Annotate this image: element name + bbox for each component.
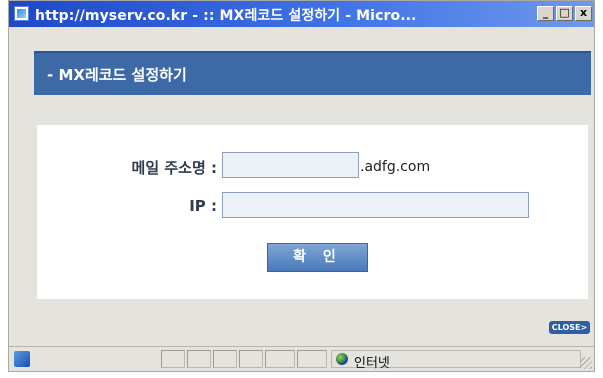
- confirm-button[interactable]: 확 인: [267, 243, 368, 272]
- minimize-button[interactable]: _: [537, 6, 554, 21]
- browser-popup-window: http://myserv.co.kr - :: MX레코드 설정하기 - Mi…: [8, 0, 595, 372]
- maximize-button[interactable]: □: [556, 6, 573, 21]
- domain-suffix: .adfg.com: [360, 159, 431, 175]
- page-content: - MX레코드 설정하기 메일 주소명 : .adfg.com IP : 확 인…: [19, 31, 594, 341]
- status-cell: [265, 350, 295, 368]
- status-cell: [297, 350, 327, 368]
- title-bar[interactable]: http://myserv.co.kr - :: MX레코드 설정하기 - Mi…: [9, 1, 594, 27]
- mx-record-form: 메일 주소명 : .adfg.com IP : 확 인: [37, 125, 588, 299]
- status-cell: [161, 350, 185, 368]
- security-zone: 인터넷: [331, 350, 581, 371]
- page-header-bar: - MX레코드 설정하기: [34, 51, 591, 95]
- status-cell: [213, 350, 237, 368]
- close-button[interactable]: CLOSE>: [549, 321, 590, 334]
- ip-label: IP :: [189, 197, 217, 215]
- status-bar: 인터넷: [9, 346, 594, 371]
- close-window-button[interactable]: x: [575, 6, 592, 21]
- ie-page-icon: [14, 6, 29, 21]
- resize-grip-icon[interactable]: [580, 357, 592, 369]
- page-title: - MX레코드 설정하기: [47, 66, 187, 84]
- window-title: http://myserv.co.kr - :: MX레코드 설정하기 - Mi…: [35, 8, 417, 24]
- status-cell: [239, 350, 263, 368]
- globe-icon: [336, 353, 348, 365]
- page-status-icon: [14, 351, 30, 367]
- zone-label: 인터넷: [354, 356, 390, 371]
- ip-field[interactable]: [222, 192, 529, 218]
- email-field[interactable]: [222, 152, 359, 178]
- email-label: 메일 주소명 :: [131, 159, 217, 177]
- status-cell: [187, 350, 211, 368]
